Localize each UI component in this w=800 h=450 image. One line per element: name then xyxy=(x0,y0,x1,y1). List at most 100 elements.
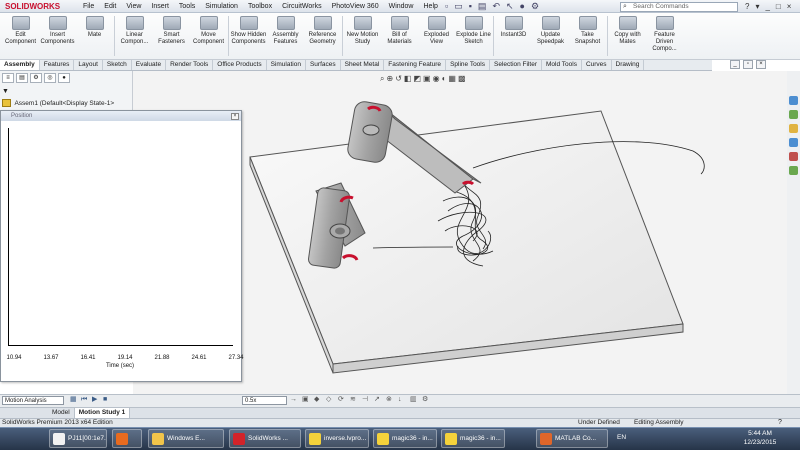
tab-sheet-metal[interactable]: Sheet Metal xyxy=(341,60,385,70)
select-icon[interactable]: ↖ xyxy=(506,1,514,12)
view-settings-icon[interactable]: ▩ xyxy=(458,74,466,84)
custom-properties-icon[interactable] xyxy=(789,166,798,175)
rebuild-icon[interactable]: ● xyxy=(520,1,525,12)
appearance-icon[interactable]: ◐ xyxy=(442,74,447,84)
minimize-icon[interactable]: _ xyxy=(765,0,769,13)
menu-toolbox[interactable]: Toolbox xyxy=(243,0,277,13)
help-dropdown-icon[interactable]: ▾ xyxy=(755,0,759,13)
motor-icon[interactable]: ⟳ xyxy=(338,396,347,404)
gravity-icon[interactable]: ↓ xyxy=(398,396,407,404)
edit-component-button[interactable]: Edit Component xyxy=(2,13,39,59)
taskbar-item[interactable]: SolidWorks ... xyxy=(229,429,301,448)
scene-icon[interactable]: ▦ xyxy=(448,74,456,84)
close-icon[interactable]: × xyxy=(787,0,792,13)
tab-render-tools[interactable]: Render Tools xyxy=(166,60,214,70)
tab-simulation[interactable]: Simulation xyxy=(267,60,306,70)
feature-driven-button[interactable]: Feature Driven Compo... xyxy=(646,13,683,59)
tab-fastening-feature[interactable]: Fastening Feature xyxy=(384,60,447,70)
zoom-area-icon[interactable]: ⊕ xyxy=(386,74,393,84)
tab-drawing[interactable]: Drawing xyxy=(612,60,645,70)
new-document-icon[interactable]: ▫ xyxy=(445,1,448,12)
explode-line-button[interactable]: Explode Line Sketch xyxy=(455,13,492,59)
doc-minimize-icon[interactable]: _ xyxy=(730,60,740,69)
status-help-icon[interactable]: ? xyxy=(778,418,782,427)
instant3d-button[interactable]: Instant3D xyxy=(495,13,532,59)
tab-curves[interactable]: Curves xyxy=(582,60,612,70)
playback-mode-icon[interactable]: → xyxy=(290,396,299,404)
file-explorer-icon[interactable] xyxy=(789,124,798,133)
menu-view[interactable]: View xyxy=(121,0,146,13)
help-icon[interactable]: ? xyxy=(745,0,749,13)
dimxpert-icon[interactable]: ◎ xyxy=(44,73,56,83)
show-hidden-button[interactable]: Show Hidden Components xyxy=(230,13,267,59)
add-key-icon[interactable]: ◇ xyxy=(326,396,335,404)
view-orientation-icon[interactable]: ◩ xyxy=(413,74,421,84)
tab-assembly[interactable]: Assembly xyxy=(0,60,40,70)
taskbar-item[interactable]: magic36 - in... xyxy=(373,429,437,448)
bom-button[interactable]: Bill of Materials xyxy=(381,13,418,59)
taskbar-item[interactable]: Windows E... xyxy=(148,429,224,448)
taskbar-item[interactable]: PJ11[00:1e7... xyxy=(49,429,107,448)
spring-icon[interactable]: ≋ xyxy=(350,396,359,404)
menu-edit[interactable]: Edit xyxy=(99,0,121,13)
study-properties-icon[interactable]: ⚙ xyxy=(422,396,431,404)
menu-help[interactable]: Help xyxy=(419,0,443,13)
view-palette-icon[interactable] xyxy=(789,138,798,147)
copy-mates-button[interactable]: Copy with Mates xyxy=(609,13,646,59)
reference-geometry-button[interactable]: Reference Geometry xyxy=(304,13,341,59)
open-icon[interactable]: ▭ xyxy=(454,1,463,12)
menu-circuitworks[interactable]: CircuitWorks xyxy=(277,0,327,13)
move-component-button[interactable]: Move Component xyxy=(190,13,227,59)
tree-item-assembly[interactable]: Assem1 (Default<Display State-1> xyxy=(2,99,114,109)
appearances-icon[interactable] xyxy=(789,152,798,161)
hide-show-icon[interactable]: ◉ xyxy=(433,74,440,84)
play-from-start-icon[interactable]: ⏮ xyxy=(81,396,89,404)
zoom-fit-icon[interactable]: ⌕ xyxy=(380,74,384,84)
exploded-view-button[interactable]: Exploded View xyxy=(418,13,455,59)
study-type-select[interactable]: Motion Analysis xyxy=(2,396,64,405)
language-indicator[interactable]: EN xyxy=(617,434,626,441)
graph-close-icon[interactable]: × xyxy=(231,113,239,120)
tab-features[interactable]: Features xyxy=(40,60,75,70)
tab-selection-filter[interactable]: Selection Filter xyxy=(490,60,542,70)
calculate-icon[interactable]: ▦ xyxy=(70,396,78,404)
display-style-icon[interactable]: ▣ xyxy=(423,74,431,84)
configuration-manager-icon[interactable]: ⚙ xyxy=(30,73,42,83)
graph-title-bar[interactable]: Position xyxy=(1,111,241,121)
menu-tools[interactable]: Tools xyxy=(174,0,200,13)
solidworks-logo[interactable]: SOLIDWORKS xyxy=(2,1,63,12)
save-icon[interactable]: ▪ xyxy=(469,1,472,12)
tab-layout[interactable]: Layout xyxy=(74,60,103,70)
system-clock[interactable]: 5:44 AM 12/23/2015 xyxy=(740,429,780,447)
results-icon[interactable]: ▥ xyxy=(410,396,419,404)
tab-office-products[interactable]: Office Products xyxy=(213,60,267,70)
taskbar-item[interactable]: inverse.lvpro... xyxy=(305,429,369,448)
contact-icon[interactable]: ⊗ xyxy=(386,396,395,404)
taskbar-item[interactable]: MATLAB Co... xyxy=(536,429,608,448)
speedpak-button[interactable]: Update Speedpak xyxy=(532,13,569,59)
playback-speed-select[interactable]: 0.5x xyxy=(242,396,287,405)
linear-pattern-button[interactable]: Linear Compon... xyxy=(116,13,153,59)
tab-motion-study-1[interactable]: Motion Study 1 xyxy=(74,408,131,418)
tree-filter-icon[interactable]: ▼ xyxy=(2,88,16,96)
search-input[interactable]: ⌕ Search Commands xyxy=(620,2,738,12)
autokey-icon[interactable]: ◆ xyxy=(314,396,323,404)
mate-button[interactable]: Mate xyxy=(76,13,113,59)
snapshot-button[interactable]: Take Snapshot xyxy=(569,13,606,59)
design-library-icon[interactable] xyxy=(789,110,798,119)
feature-tree-icon[interactable]: ≡ xyxy=(2,73,14,83)
undo-icon[interactable]: ↶ xyxy=(492,1,500,12)
damper-icon[interactable]: ⊣ xyxy=(362,396,371,404)
save-animation-icon[interactable]: ▣ xyxy=(302,396,311,404)
force-icon[interactable]: ↗ xyxy=(374,396,383,404)
menu-simulation[interactable]: Simulation xyxy=(200,0,243,13)
display-manager-icon[interactable]: ● xyxy=(58,73,70,83)
play-icon[interactable]: ▶ xyxy=(92,396,100,404)
print-icon[interactable]: ▤ xyxy=(478,1,487,12)
tab-mold-tools[interactable]: Mold Tools xyxy=(542,60,582,70)
property-manager-icon[interactable]: ▤ xyxy=(16,73,28,83)
tab-model[interactable]: Model xyxy=(48,408,75,418)
smart-fasteners-button[interactable]: Smart Fasteners xyxy=(153,13,190,59)
taskbar-item[interactable] xyxy=(112,429,142,448)
resources-icon[interactable] xyxy=(789,96,798,105)
